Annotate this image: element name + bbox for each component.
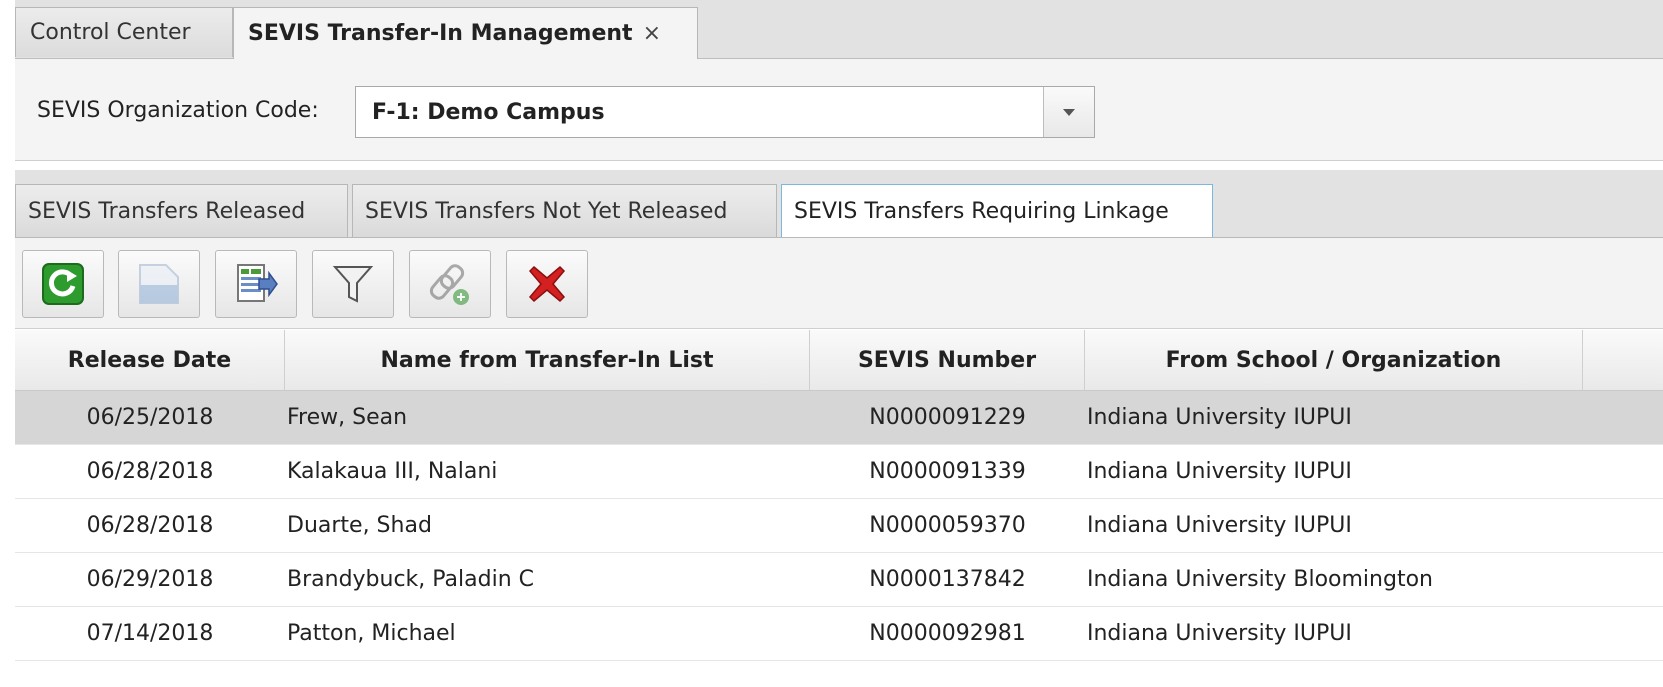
dropdown-button[interactable] [1043,87,1094,137]
name-text: Patton, Michael [287,621,456,646]
table-row[interactable]: 06/28/2018 Kalakaua III, Nalani N0000091… [15,445,1663,499]
refresh-button[interactable] [22,250,104,318]
name-cell: Patton, Michael [285,607,810,660]
release-date-cell: 06/28/2018 [86,513,214,538]
release-date-cell: 06/29/2018 [86,567,214,592]
tab-label: SEVIS Transfers Not Yet Released [365,198,728,224]
org-code-label: SEVIS Organization Code: [37,98,319,123]
school-cell: Indiana University Bloomington [1085,553,1583,606]
school-cell: Indiana University IUPUI [1085,391,1583,444]
link-add-icon [429,264,469,305]
tab-label: SEVIS Transfers Requiring Linkage [794,198,1169,224]
open-document-icon [139,264,179,304]
tab-transfers-released[interactable]: SEVIS Transfers Released [15,184,348,237]
tab-label: SEVIS Transfers Released [28,198,306,224]
link-button[interactable] [409,250,491,318]
toolbar [15,238,1663,329]
filter-icon [332,266,374,303]
open-document-button[interactable] [118,250,200,318]
table-row[interactable]: 06/28/2018 Duarte, Shad N0000059370 Indi… [15,499,1663,553]
org-code-value: F-1: Demo Campus [372,99,605,125]
release-date-cell: 06/25/2018 [86,405,214,430]
table-row[interactable]: 06/25/2018 Frew, Sean N0000091229 Indian… [15,391,1663,445]
delete-button[interactable] [506,250,588,318]
window-tab-strip: Control Center SEVIS Transfer-In Managem… [15,0,1663,59]
name-cell: Frew, Sean [285,391,810,444]
chevron-down-icon [1063,108,1075,116]
school-cell: Indiana University IUPUI [1085,499,1583,552]
tab-label: SEVIS Transfer-In Management [248,21,633,46]
tab-sevis-transfer-in-management[interactable]: SEVIS Transfer-In Management × [233,7,698,59]
school-text: Indiana University IUPUI [1087,459,1352,484]
sevis-number-cell: N0000091229 [869,405,1026,430]
spacer-cell [1583,391,1663,444]
tab-transfers-not-yet-released[interactable]: SEVIS Transfers Not Yet Released [352,184,777,237]
tab-transfers-requiring-linkage[interactable]: SEVIS Transfers Requiring Linkage [781,184,1213,237]
sevis-number-cell: N0000137842 [869,567,1026,592]
column-header-release-date[interactable]: Release Date [15,330,285,390]
filter-button[interactable] [312,250,394,318]
spacer-cell [1583,499,1663,552]
org-code-select[interactable]: F-1: Demo Campus [355,86,1095,138]
name-text: Kalakaua III, Nalani [287,459,498,484]
name-text: Duarte, Shad [287,513,432,538]
name-cell: Kalakaua III, Nalani [285,445,810,498]
column-header-from-school[interactable]: From School / Organization [1085,330,1583,390]
export-spreadsheet-icon [237,264,278,302]
release-date-cell: 07/14/2018 [86,621,214,646]
school-cell: Indiana University IUPUI [1085,607,1583,660]
release-date-cell: 06/28/2018 [86,459,214,484]
table-row[interactable]: 07/14/2018 Patton, Michael N0000092981 I… [15,607,1663,661]
sevis-number-cell: N0000092981 [869,621,1026,646]
school-text: Indiana University IUPUI [1087,621,1352,646]
spacer-cell [1583,445,1663,498]
delete-icon [528,265,566,303]
refresh-icon [42,263,84,305]
name-cell: Duarte, Shad [285,499,810,552]
school-cell: Indiana University IUPUI [1085,445,1583,498]
column-header-spacer [1583,330,1663,390]
transfer-table: Release Date Name from Transfer-In List … [15,330,1663,661]
table-row[interactable]: 06/29/2018 Brandybuck, Paladin C N000013… [15,553,1663,607]
close-tab-icon[interactable]: × [643,21,661,46]
school-text: Indiana University IUPUI [1087,405,1352,430]
tab-label: Control Center [30,20,191,45]
sevis-number-cell: N0000059370 [869,513,1026,538]
name-text: Brandybuck, Paladin C [287,567,535,592]
school-text: Indiana University Bloomington [1087,567,1433,592]
transfer-tab-strip: SEVIS Transfers Released SEVIS Transfers… [15,170,1663,238]
school-text: Indiana University IUPUI [1087,513,1352,538]
table-header: Release Date Name from Transfer-In List … [15,330,1663,391]
name-cell: Brandybuck, Paladin C [285,553,810,606]
org-code-row: SEVIS Organization Code: F-1: Demo Campu… [15,58,1663,158]
export-button[interactable] [215,250,297,318]
top-panel: Control Center SEVIS Transfer-In Managem… [15,0,1663,161]
spacer-cell [1583,553,1663,606]
column-header-sevis-number[interactable]: SEVIS Number [810,330,1085,390]
sevis-number-cell: N0000091339 [869,459,1026,484]
name-text: Frew, Sean [287,405,408,430]
spacer-cell [1583,607,1663,660]
tab-control-center[interactable]: Control Center [15,7,233,57]
column-header-name[interactable]: Name from Transfer-In List [285,330,810,390]
